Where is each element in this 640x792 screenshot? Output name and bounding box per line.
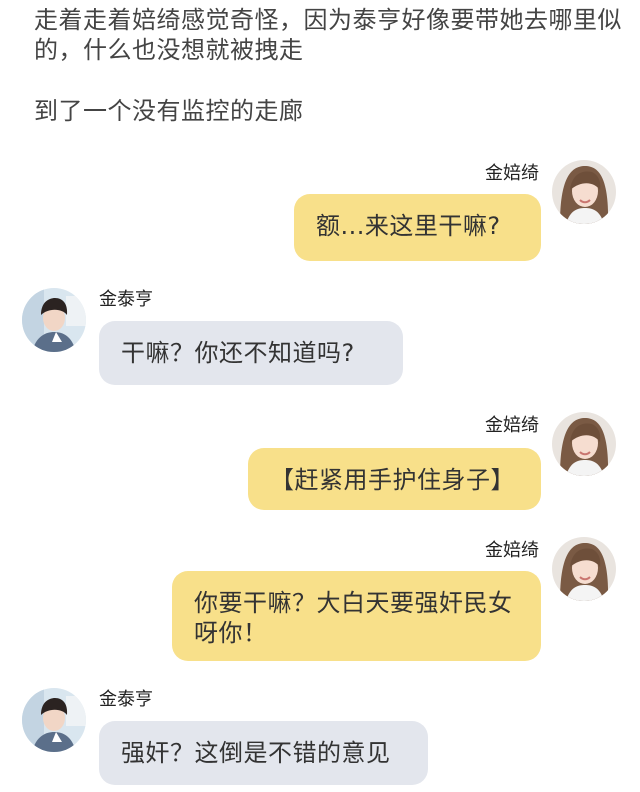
chat-message-left: 金泰亨 强奸？这倒是不错的意见 — [0, 688, 640, 788]
girl-portrait-icon — [552, 160, 616, 224]
female-avatar[interactable] — [552, 537, 616, 601]
male-avatar[interactable] — [22, 288, 86, 352]
chat-bubble: 强奸？这倒是不错的意见 — [99, 721, 428, 785]
boy-portrait-icon — [22, 688, 86, 752]
speaker-name: 金泰亨 — [99, 289, 153, 310]
narration-text: 到了一个没有监控的走廊 — [34, 97, 304, 125]
speaker-name: 金婄绮 — [485, 415, 539, 436]
female-avatar[interactable] — [552, 160, 616, 224]
chat-message-right: 金婄绮 【赶紧用手护住身子】 — [0, 412, 640, 512]
chat-bubble: 干嘛？你还不知道吗? — [99, 321, 403, 385]
chat-bubble: 【赶紧用手护住身子】 — [248, 448, 541, 510]
chat-message-left: 金泰亨 干嘛？你还不知道吗? — [0, 288, 640, 388]
chat-message-right: 金婄绮 你要干嘛？大白天要强奸民女呀你！ — [0, 537, 640, 667]
boy-portrait-icon — [22, 288, 86, 352]
chat-bubble: 你要干嘛？大白天要强奸民女呀你！ — [172, 571, 541, 661]
narration-text: 走着走着婄绮感觉奇怪，因为泰亨好像要带她去哪里似的，什么也没想就被拽走 — [34, 6, 622, 64]
chat-message-right: 金婄绮 额...来这里干嘛? — [0, 160, 640, 270]
chat-bubble: 额...来这里干嘛? — [294, 194, 541, 261]
girl-portrait-icon — [552, 412, 616, 476]
speaker-name: 金婄绮 — [485, 163, 539, 184]
speaker-name: 金婄绮 — [485, 540, 539, 561]
female-avatar[interactable] — [552, 412, 616, 476]
speaker-name: 金泰亨 — [99, 689, 153, 710]
girl-portrait-icon — [552, 537, 616, 601]
male-avatar[interactable] — [22, 688, 86, 752]
